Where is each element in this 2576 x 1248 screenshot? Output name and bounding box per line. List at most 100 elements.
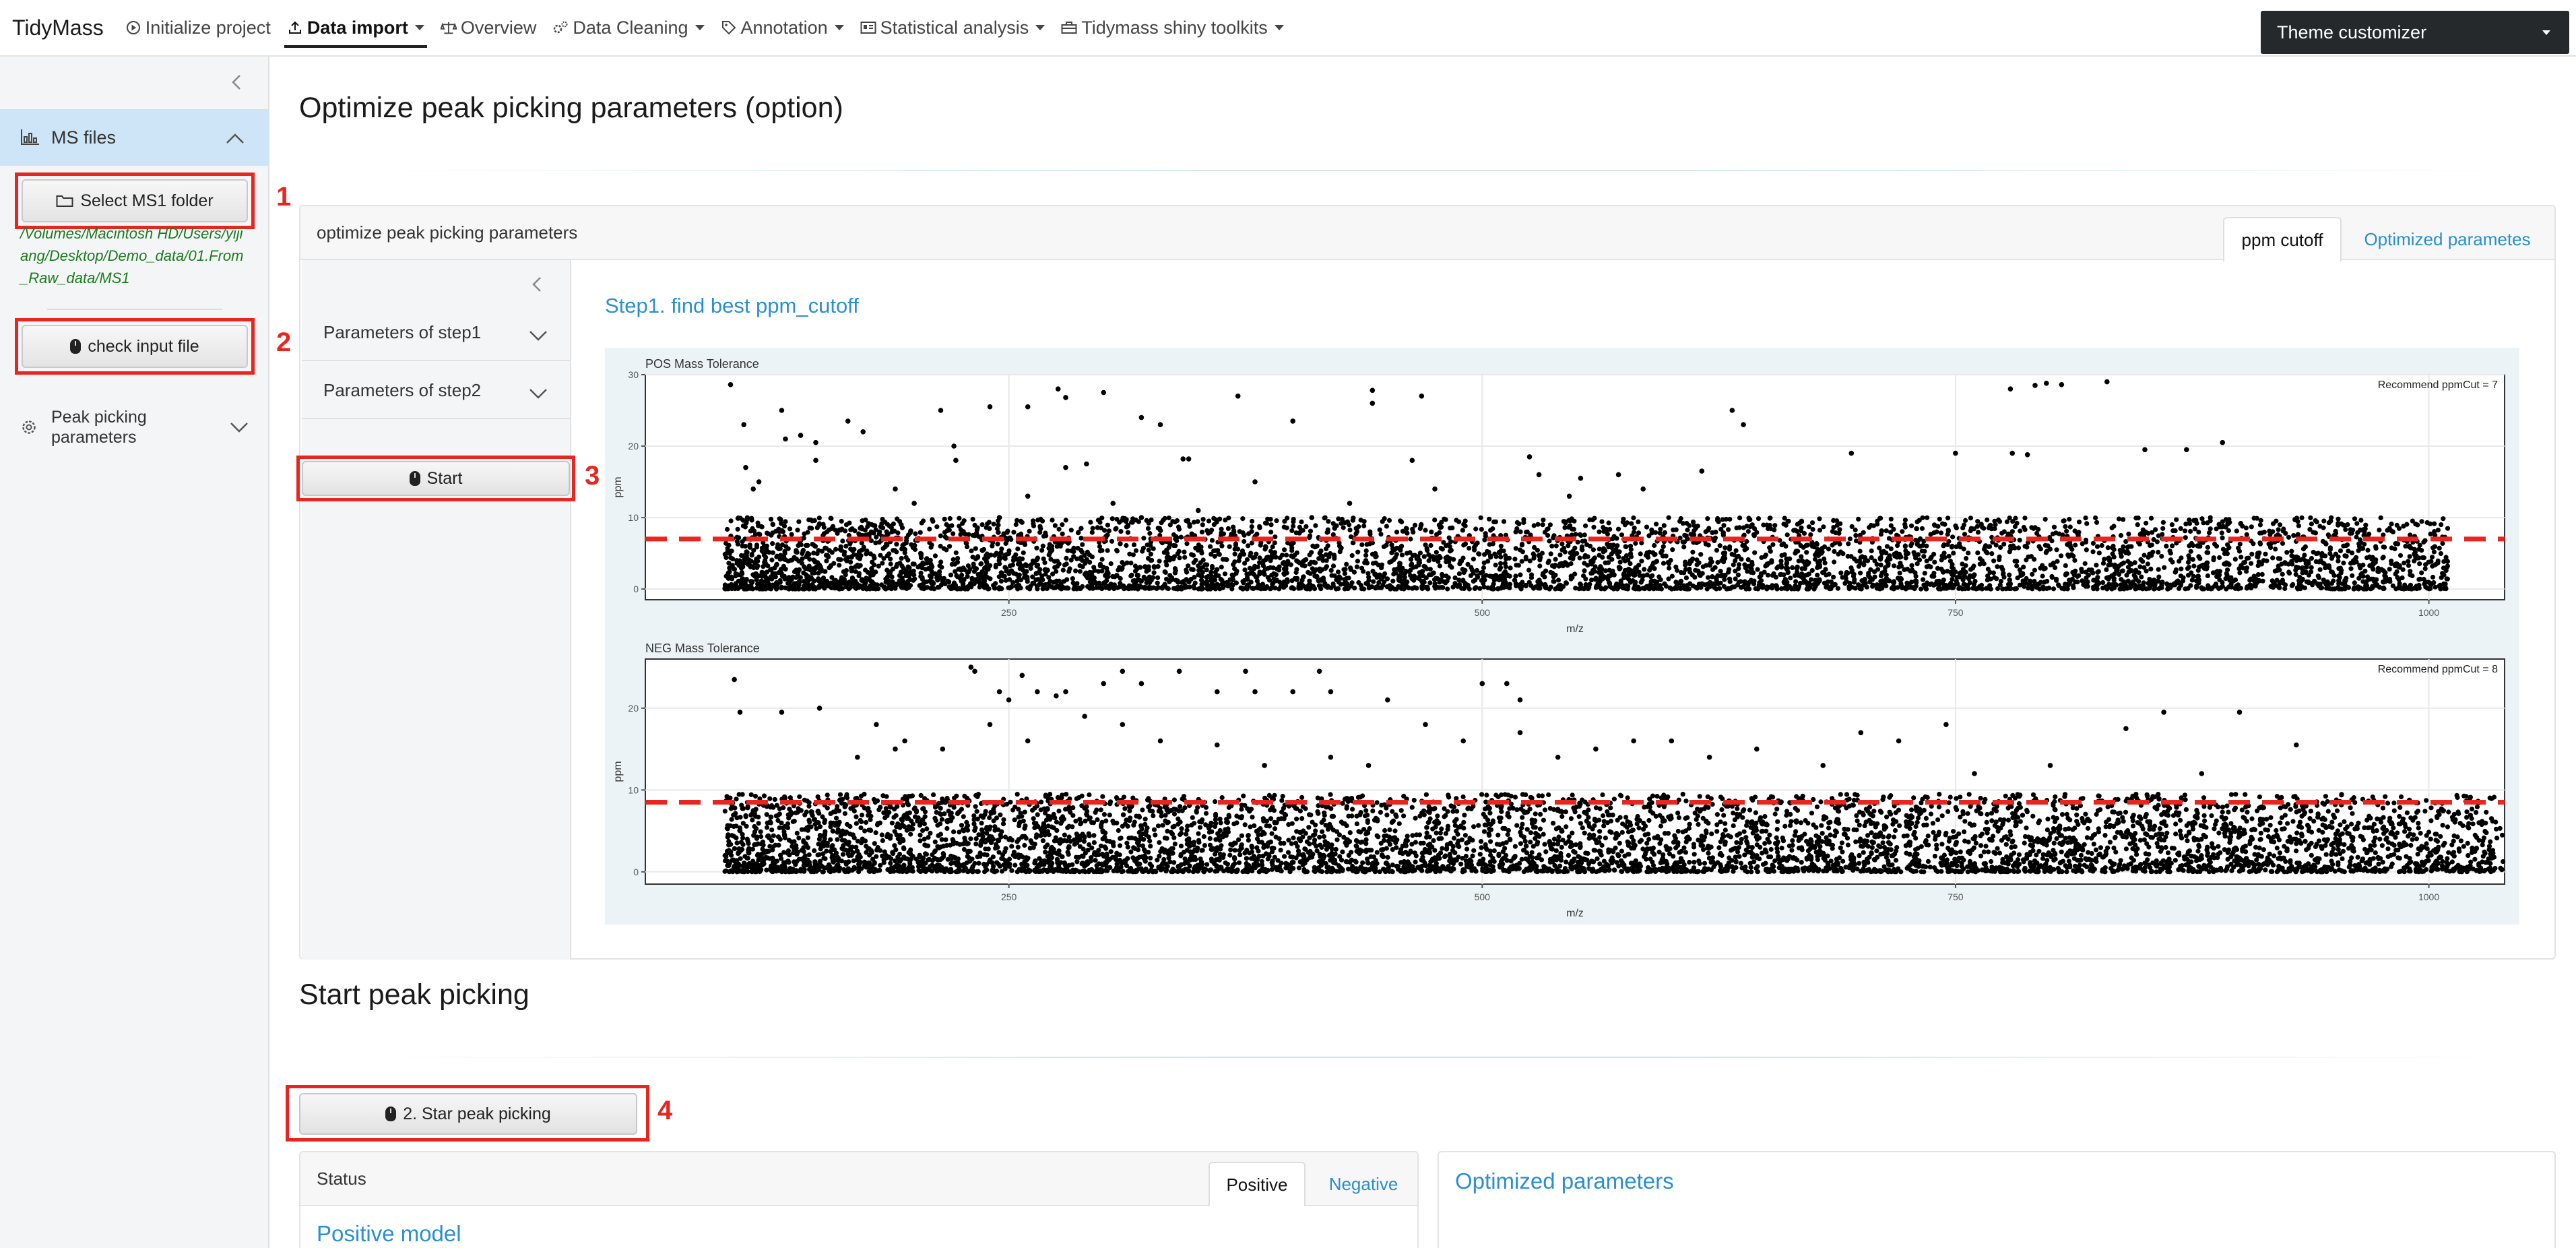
nav-statistical-analysis[interactable]: Statistical analysis [852,0,1054,56]
data-point [1898,561,1903,566]
data-point [2338,548,2344,553]
data-point [2217,555,2222,561]
data-point [975,555,981,560]
check-input-file-button[interactable]: check input file [22,325,248,368]
data-point [902,585,907,590]
data-point [927,573,932,579]
nav-initialize-project[interactable]: Initialize project [117,0,279,56]
data-point [774,586,779,592]
data-point [769,557,775,563]
nav-tidymass-shiny-toolkits[interactable]: Tidymass shiny toolkits [1053,0,1292,56]
data-point [1786,518,1791,524]
data-point [2253,584,2258,589]
data-point [1805,580,1810,586]
data-point [1778,572,1783,578]
data-point [2123,580,2128,586]
data-point [1204,528,1210,533]
divider [47,309,222,310]
data-point [1568,518,1573,524]
data-point [1454,518,1459,523]
tab-optimized-parametes[interactable]: Optimized parametes [2350,217,2545,261]
data-point [1941,551,1947,556]
data-point [1105,548,1110,553]
sidebar-collapse-icon[interactable] [226,70,247,94]
data-point [2443,581,2448,587]
nav-data-cleaning[interactable]: Data Cleaning [544,0,712,56]
data-point [1884,558,1890,563]
data-point [1060,522,1065,528]
data-point [1105,522,1110,528]
data-point [1941,543,1946,549]
data-point [1114,526,1119,531]
data-point [1806,524,1812,530]
data-point [986,553,992,559]
data-point [1726,527,1731,532]
data-point [913,531,918,536]
data-point [2018,573,2024,578]
data-point [1579,547,1584,552]
data-point [2064,528,2069,534]
data-point [1597,547,1602,552]
data-point [1066,569,1072,574]
data-point [1914,526,1919,532]
tab-ppm-cutoff[interactable]: ppm cutoff [2223,217,2342,261]
data-point [1925,515,1930,520]
data-point [1853,533,1859,538]
data-point [2407,544,2412,550]
data-point [2152,586,2157,592]
data-point [816,516,822,521]
data-point [1822,560,1828,565]
data-point [1291,524,1296,529]
section-title-optimize: Optimize peak picking parameters (option… [299,92,843,124]
nav-annotation[interactable]: Annotation [713,0,852,56]
data-point [2381,532,2386,538]
data-point [2016,545,2022,551]
data-point [2444,576,2449,582]
data-point [1561,545,1567,551]
data-point [1061,579,1066,584]
data-point [894,542,899,547]
peak-picking-parameters-menu-item[interactable]: Peak picking parameters [20,400,249,454]
data-point [1628,543,1634,549]
data-point [1771,571,1776,576]
data-point [1859,554,1865,559]
data-point [818,564,823,569]
theme-customizer-button[interactable]: Theme customizer [2261,11,2569,54]
data-point [1985,551,1990,556]
select-ms1-folder-button[interactable]: Select MS1 folder [22,179,248,222]
data-point [863,580,868,586]
app-brand[interactable]: TidyMass [12,15,104,40]
data-point [2443,557,2449,563]
data-point [2381,585,2386,591]
ms-files-menu-item[interactable]: MS files [0,109,269,166]
data-point [1518,584,1523,590]
data-point [1513,573,1518,579]
inner-collapse-icon[interactable] [527,272,547,300]
data-point [1035,586,1040,592]
nav-overview[interactable]: Overview [432,0,545,56]
data-point [1003,535,1008,540]
data-point [2352,516,2358,522]
data-point [1798,573,1803,580]
data-point [1013,522,1019,528]
data-point [838,544,843,549]
parameters-step1-item[interactable]: Parameters of step1 [302,305,570,361]
data-point [2196,544,2201,549]
data-point [1606,520,1611,526]
data-point [2263,551,2268,557]
data-point [749,553,754,558]
data-point [812,543,817,549]
data-point [2342,553,2348,559]
data-point [2094,544,2100,549]
nav-data-import[interactable]: Data import [279,0,432,56]
data-point [2144,520,2149,526]
data-point [874,582,880,588]
data-point [765,530,770,536]
data-point [2119,586,2125,592]
data-point [1132,569,1138,574]
start-button[interactable]: Start [302,461,570,496]
data-point [2090,540,2096,546]
parameters-step2-item[interactable]: Parameters of step2 [302,363,570,419]
data-point [2440,540,2445,546]
data-point [2214,543,2220,549]
